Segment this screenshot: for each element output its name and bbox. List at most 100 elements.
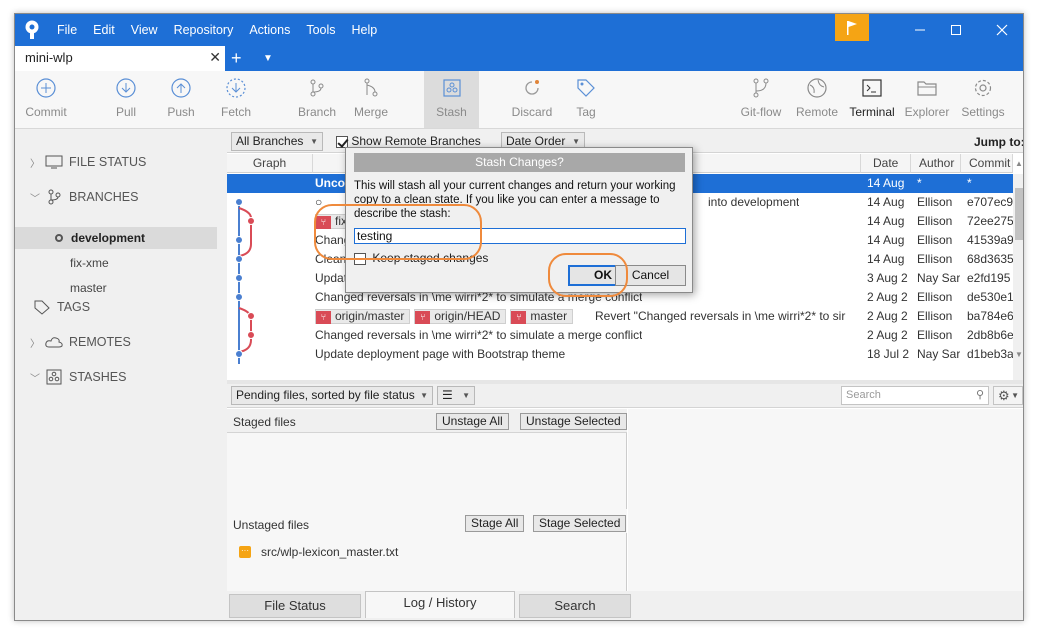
branch-button[interactable]: Branch [295, 71, 339, 128]
chevron-right-icon: 〉 [30, 338, 40, 350]
fetch-button[interactable]: Fetch [215, 71, 257, 128]
table-row[interactable]: Changed reversals in \me wirri*2* to sim… [227, 326, 1013, 345]
title-bar: File Edit View Repository Actions Tools … [15, 14, 1023, 46]
row-commit: de530e1 [967, 290, 1013, 304]
stash-icon [442, 79, 461, 97]
explorer-button[interactable]: Explorer [904, 71, 950, 128]
sidebar-file-status[interactable]: 〉 FILE STATUS [15, 151, 146, 173]
row-description: Update deployment page with Bootstrap th… [315, 347, 566, 361]
chevron-down-icon: ﹀ [30, 373, 40, 385]
sidebar-branch-fix-xme[interactable]: fix-xme [15, 252, 217, 274]
close-window-button[interactable] [979, 14, 1023, 46]
remote-label: Remote [795, 105, 839, 119]
settings-button[interactable]: Settings [957, 71, 1009, 128]
row-commit: e2fd195 [967, 271, 1011, 285]
flag-button[interactable] [835, 14, 869, 41]
menu-actions[interactable]: Actions [241, 14, 298, 46]
terminal-icon [862, 79, 882, 97]
unstage-selected-button[interactable]: Unstage Selected [520, 413, 627, 430]
branch-label-origin-head: ⑂ origin/HEAD [414, 309, 507, 325]
close-icon [996, 24, 1008, 36]
branch-label-master: ⑂ master [510, 309, 574, 325]
sidebar-branches[interactable]: ﹀ BRANCHES [15, 186, 138, 208]
row-date: 3 Aug 2 [867, 271, 908, 285]
scrollbar-thumb[interactable] [1015, 188, 1023, 240]
menu-file[interactable]: File [49, 14, 85, 46]
sidebar-stashes[interactable]: ﹀ STASHES [15, 366, 126, 388]
row-commit: 2db8b6e [967, 328, 1013, 342]
row-author: Ellison [917, 252, 953, 266]
menu-repository[interactable]: Repository [166, 14, 242, 46]
chevron-down-icon: ▼ [1011, 391, 1019, 400]
branches-label: BRANCHES [69, 190, 139, 204]
list-item[interactable]: ··· src/wlp-lexicon_master.txt [239, 543, 398, 561]
menu-view[interactable]: View [123, 14, 166, 46]
gear-icon [974, 79, 992, 97]
col-author[interactable]: Author [911, 154, 961, 173]
pull-label: Pull [115, 105, 136, 119]
git-flow-button[interactable]: Git-flow [735, 71, 787, 128]
tab-mini-wlp[interactable]: mini-wlp ✕ [15, 46, 225, 71]
tab-list-chevron-down-icon[interactable]: ▼ [263, 46, 273, 71]
file-status-label: FILE STATUS [69, 155, 147, 169]
tag-button[interactable]: Tag [571, 71, 601, 128]
remote-button[interactable]: Remote [793, 71, 841, 128]
pending-options-button[interactable]: ⚙ ▼ [993, 386, 1023, 405]
staged-title: Staged files [233, 415, 296, 429]
show-remote-toggle[interactable]: Show Remote Branches [336, 134, 481, 148]
tab-file-status[interactable]: File Status [229, 594, 361, 618]
table-row[interactable]: ⑂ origin/master ⑂ origin/HEAD ⑂ master Revert… [227, 307, 1013, 326]
fetch-label: Fetch [220, 105, 251, 119]
unstage-all-button[interactable]: Unstage All [436, 413, 509, 430]
discard-button[interactable]: Discard [507, 71, 557, 128]
row-author: Nay Sar [917, 271, 961, 285]
view-mode-select[interactable]: ☰ ▼ [437, 386, 475, 405]
new-tab-icon[interactable]: + [231, 46, 242, 70]
unstaged-title: Unstaged files [233, 518, 310, 532]
branch-label: Branch [297, 105, 337, 119]
sidebar-tags[interactable]: TAGS [15, 296, 90, 318]
row-date: 2 Aug 2 [867, 309, 908, 323]
col-commit[interactable]: Commit [961, 154, 1013, 173]
chevron-down-icon: ﹀ [30, 193, 40, 205]
menu-help[interactable]: Help [344, 14, 386, 46]
log-scrollbar[interactable]: ▼ [1013, 174, 1023, 380]
push-button[interactable]: Push [160, 71, 202, 128]
table-row[interactable]: Update deployment page with Bootstrap th… [227, 345, 1013, 364]
branch-filter-value: All Branches [236, 134, 304, 148]
sidebar-branch-development[interactable]: development [15, 227, 217, 249]
scroll-up-icon[interactable]: ▲ [1013, 154, 1023, 173]
search-placeholder: Search [846, 389, 881, 401]
col-date[interactable]: Date [861, 154, 911, 173]
folder-icon [917, 81, 937, 96]
row-author: Nay Sar [917, 347, 961, 361]
tab-label: mini-wlp [25, 50, 73, 65]
col-graph[interactable]: Graph [227, 154, 313, 173]
menu-edit[interactable]: Edit [85, 14, 123, 46]
branch-icon [43, 189, 65, 205]
git-flow-label: Git-flow [740, 105, 782, 119]
branch-filter-select[interactable]: All Branches ▼ [231, 132, 323, 151]
stash-button[interactable]: Stash [424, 71, 479, 128]
row-author: Ellison [917, 214, 953, 228]
sidebar-remotes[interactable]: 〉 REMOTES [15, 331, 131, 353]
tab-log-history[interactable]: Log / History [365, 591, 515, 618]
scroll-down-icon[interactable]: ▼ [1013, 350, 1023, 359]
row-author: Ellison [917, 233, 953, 247]
maximize-button[interactable] [933, 14, 979, 46]
pending-sort-select[interactable]: Pending files, sorted by file status ▼ [231, 386, 433, 405]
stash-label: Stash [436, 105, 467, 119]
tab-close-icon[interactable]: ✕ [209, 49, 221, 66]
search-icon: ⚲ [975, 389, 984, 401]
menu-tools[interactable]: Tools [298, 14, 343, 46]
pull-button[interactable]: Pull [105, 71, 147, 128]
merge-button[interactable]: Merge [349, 71, 393, 128]
stage-selected-button[interactable]: Stage Selected [533, 515, 627, 532]
staged-files-panel: Staged files Unstage All Unstage Selecte… [227, 409, 627, 509]
flag-icon [847, 20, 857, 35]
search-input[interactable]: Search ⚲ [841, 386, 989, 405]
terminal-button[interactable]: Terminal [847, 71, 897, 128]
commit-button[interactable]: Commit [21, 71, 71, 128]
stage-all-button[interactable]: Stage All [465, 515, 525, 532]
tab-search[interactable]: Search [519, 594, 631, 618]
